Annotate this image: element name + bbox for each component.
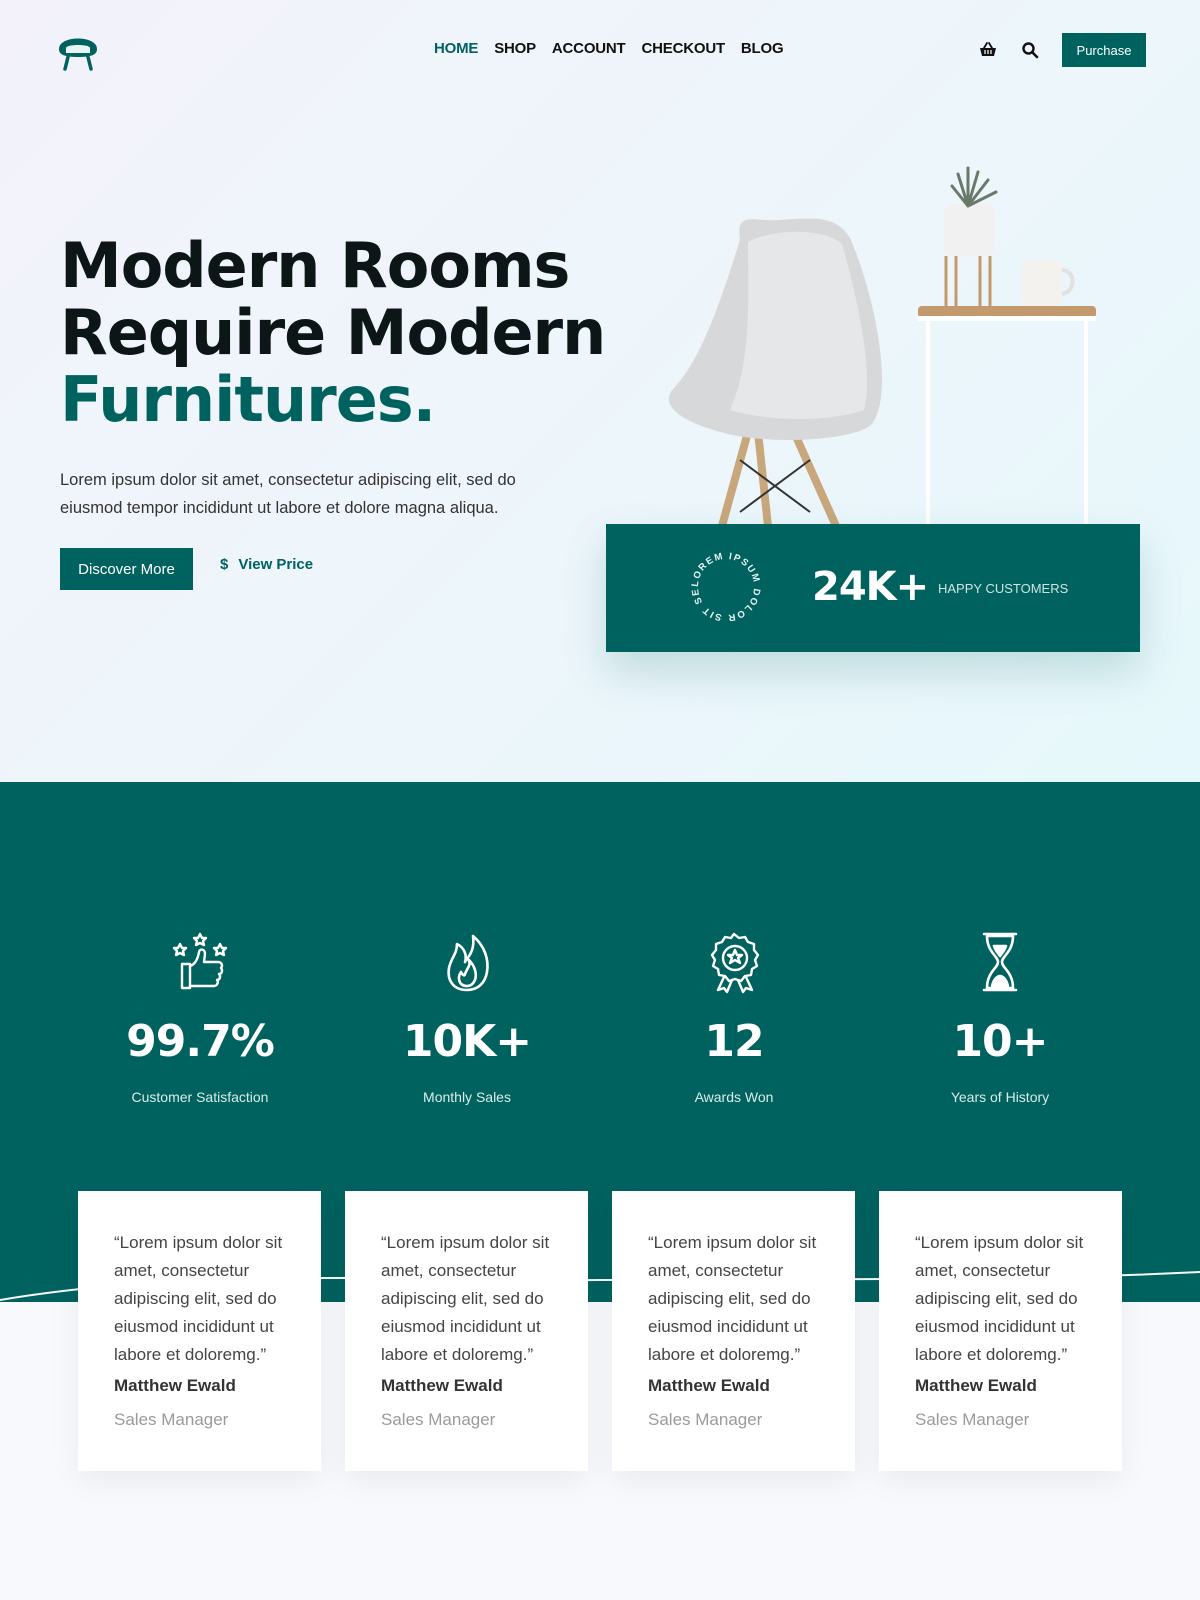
stat-item: 10K+ Monthly Sales (367, 782, 567, 1105)
testimonial-quote: “Lorem ipsum dolor sit amet, consectetur… (648, 1233, 817, 1364)
stat-value: 10+ (952, 1016, 1048, 1067)
happy-customers-card: LOREM IPSUM DOLOR SIT SED D 24K+ HAPPY C… (606, 524, 1140, 652)
dollar-icon: $ (220, 556, 229, 573)
testimonial-name: Matthew Ewald (381, 1376, 503, 1395)
testimonial-name: Matthew Ewald (114, 1376, 236, 1395)
chair-and-table-image (668, 166, 1096, 526)
testimonial-quote: “Lorem ipsum dolor sit amet, consectetur… (114, 1233, 283, 1364)
flame-icon (447, 934, 489, 992)
stat-caption: Awards Won (694, 1089, 774, 1105)
hourglass-icon (982, 932, 1018, 992)
testimonial-role: Sales Manager (915, 1410, 1030, 1429)
nav-checkout[interactable]: CHECKOUT (642, 40, 726, 57)
svg-text:LOREM IPSUM DOLOR SIT SED D: LOREM IPSUM DOLOR SIT SED D (686, 547, 762, 623)
testimonial-role: Sales Manager (648, 1410, 763, 1429)
award-badge-icon (710, 932, 760, 994)
testimonial-card: “Lorem ipsum dolor sit amet, consectetur… (78, 1191, 321, 1471)
nav-home[interactable]: HOME (434, 40, 478, 57)
stat-caption: Customer Satisfaction (131, 1089, 269, 1105)
stat-value: 12 (704, 1016, 764, 1067)
testimonial-role: Sales Manager (114, 1410, 229, 1429)
testimonial-quote: “Lorem ipsum dolor sit amet, consectetur… (381, 1233, 550, 1364)
discover-more-button[interactable]: Discover More (60, 548, 193, 590)
view-price-label: View Price (238, 556, 314, 573)
testimonial-card: “Lorem ipsum dolor sit amet, consectetur… (345, 1191, 588, 1471)
testimonial-card: “Lorem ipsum dolor sit amet, consectetur… (612, 1191, 855, 1471)
nav-blog[interactable]: BLOG (741, 40, 784, 57)
hero-title-accent: Furnitures. (60, 363, 436, 436)
search-icon[interactable] (1020, 40, 1040, 60)
stat-item: 99.7% Customer Satisfaction (100, 782, 300, 1105)
testimonial-name: Matthew Ewald (648, 1376, 770, 1395)
hero-title: Modern Rooms Require Modern Furnitures. (60, 229, 606, 436)
testimonial-card: “Lorem ipsum dolor sit amet, consectetur… (879, 1191, 1122, 1471)
stat-value: 99.7% (126, 1016, 275, 1067)
stat-item: 12 Awards Won (634, 782, 834, 1105)
thumbs-up-stars-icon (172, 932, 228, 990)
basket-icon[interactable] (978, 40, 998, 60)
stat-item: 10+ Years of History (900, 782, 1100, 1105)
happy-customers-label: HAPPY CUSTOMERS (938, 581, 1069, 596)
nav-shop[interactable]: SHOP (494, 40, 536, 57)
hero-section: HOME SHOP ACCOUNT CHECKOUT BLOG Purchase… (0, 0, 1200, 782)
main-nav: HOME SHOP ACCOUNT CHECKOUT BLOG (434, 40, 799, 57)
ring-text: LOREM IPSUM DOLOR SIT SED D (686, 547, 761, 623)
chair-logo-icon[interactable] (53, 27, 103, 73)
hero-description: Lorem ipsum dolor sit amet, consectetur … (60, 471, 516, 517)
testimonial-quote: “Lorem ipsum dolor sit amet, consectetur… (915, 1233, 1084, 1364)
testimonial-name: Matthew Ewald (915, 1376, 1037, 1395)
nav-account[interactable]: ACCOUNT (552, 40, 626, 57)
stat-caption: Years of History (950, 1089, 1050, 1105)
hero-title-line-2: Require Modern (60, 296, 606, 369)
stat-caption: Monthly Sales (423, 1089, 511, 1105)
testimonial-role: Sales Manager (381, 1410, 496, 1429)
stat-value: 10K+ (402, 1016, 532, 1067)
hero-title-line-1: Modern Rooms (60, 229, 570, 302)
rotating-text-badge: LOREM IPSUM DOLOR SIT SED D (686, 547, 762, 623)
view-price-link[interactable]: $ View Price (220, 556, 313, 573)
happy-customers-value: 24K+ (812, 564, 929, 610)
purchase-button[interactable]: Purchase (1062, 33, 1146, 67)
